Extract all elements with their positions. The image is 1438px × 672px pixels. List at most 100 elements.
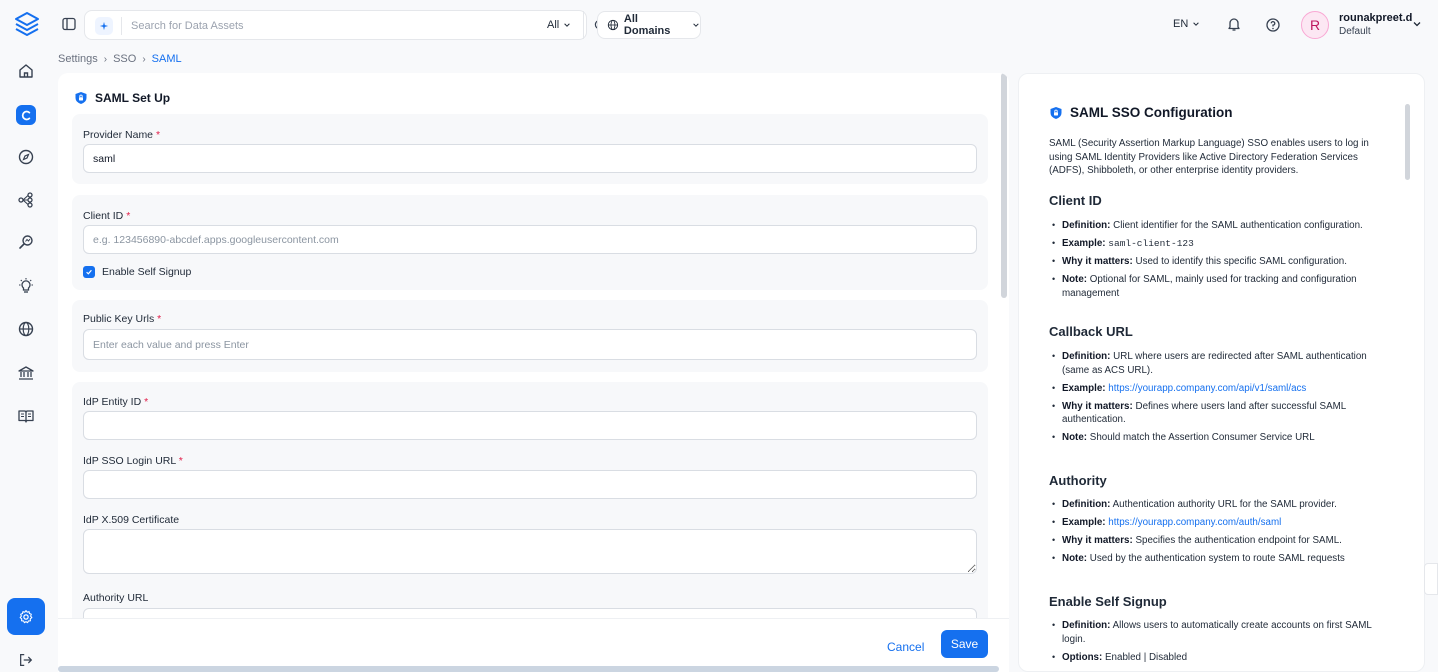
- docs-scrollbar[interactable]: [1405, 104, 1410, 180]
- horizontal-scrollbar[interactable]: [58, 666, 999, 672]
- domains-globe-icon[interactable]: [14, 317, 38, 341]
- chevron-down-icon: [1193, 22, 1200, 26]
- list-item: Why it matters: Used to identify this sp…: [1049, 255, 1389, 269]
- docs-heading-callback-url: Callback URL: [1049, 324, 1133, 339]
- list-item: Why it matters: Defines where users land…: [1049, 400, 1389, 427]
- docs-heading-authority: Authority: [1049, 473, 1107, 488]
- list-item: Example: https://yourapp.company.com/api…: [1049, 382, 1389, 396]
- lineage-icon[interactable]: [14, 188, 38, 212]
- search-divider: [121, 17, 122, 35]
- logout-icon[interactable]: [15, 650, 37, 670]
- search-scope-label: All: [547, 19, 560, 31]
- language-selector[interactable]: EN: [1173, 18, 1200, 30]
- form-scrollbar[interactable]: [1001, 73, 1007, 298]
- client-id-input[interactable]: [83, 225, 977, 254]
- app-logo[interactable]: [13, 10, 41, 38]
- docs-heading-client-id: Client ID: [1049, 193, 1102, 208]
- saml-setup-form: SAML Set Up Provider Name * Client ID * …: [58, 73, 1009, 672]
- docs-title-text: SAML SSO Configuration: [1070, 105, 1233, 120]
- avatar[interactable]: R: [1301, 11, 1329, 39]
- language-label: EN: [1173, 18, 1189, 30]
- collate-brand-icon[interactable]: [16, 105, 36, 125]
- idp-section: IdP Entity ID * IdP SSO Login URL * IdP …: [72, 382, 988, 642]
- help-question-icon[interactable]: [1265, 17, 1281, 33]
- docs-heading-self-signup: Enable Self Signup: [1049, 594, 1167, 609]
- client-id-section: Client ID * Enable Self Signup: [72, 195, 988, 290]
- shield-lock-icon: [75, 92, 87, 104]
- public-key-urls-input[interactable]: [83, 329, 977, 360]
- left-nav-rail: [0, 0, 52, 672]
- provider-name-input[interactable]: [83, 144, 977, 173]
- cancel-button[interactable]: Cancel: [881, 633, 930, 661]
- sidebar-toggle-icon[interactable]: [61, 16, 77, 32]
- idp-entity-id-label: IdP Entity ID *: [83, 396, 149, 408]
- home-icon[interactable]: [14, 59, 38, 83]
- list-item: Why it matters: Specifies the authentica…: [1049, 534, 1389, 548]
- docs-list-client-id: Definition: Client identifier for the SA…: [1049, 219, 1389, 305]
- public-key-urls-label: Public Key Urls *: [83, 313, 162, 325]
- provider-name-section: Provider Name *: [72, 114, 988, 184]
- user-role: Default: [1339, 26, 1371, 37]
- user-name: rounakpreet.d: [1339, 12, 1413, 24]
- public-key-urls-section: Public Key Urls *: [72, 300, 988, 372]
- list-item: Note: Should match the Assertion Consume…: [1049, 431, 1389, 445]
- top-bar: All All Domains EN R rounakpreet.d Defau…: [52, 0, 1438, 50]
- side-drawer-tab[interactable]: [1424, 563, 1438, 595]
- ai-sparkle-icon[interactable]: [95, 17, 113, 35]
- domain-selector-label: All Domains: [623, 13, 671, 37]
- knowledge-book-icon[interactable]: [14, 404, 38, 428]
- list-item: Note: Used by the authentication system …: [1049, 552, 1389, 566]
- idp-certificate-label: IdP X.509 Certificate: [83, 514, 180, 526]
- domain-selector[interactable]: All Domains: [597, 11, 701, 39]
- breadcrumb-saml: SAML: [151, 53, 182, 65]
- example-link[interactable]: https://yourapp.company.com/api/v1/saml/…: [1108, 383, 1306, 394]
- idp-certificate-textarea[interactable]: [83, 529, 977, 574]
- list-item: Example: https://yourapp.company.com/aut…: [1049, 516, 1389, 530]
- idp-sso-login-url-input[interactable]: [83, 470, 977, 499]
- search-input[interactable]: [131, 17, 501, 35]
- notification-bell-icon[interactable]: [1226, 16, 1242, 32]
- enable-self-signup-checkbox[interactable]: Enable Self Signup: [83, 266, 191, 278]
- user-menu-chevron-icon[interactable]: [1412, 19, 1422, 29]
- global-search-bar: All: [84, 10, 607, 40]
- search-divider: [583, 11, 584, 39]
- authority-url-label: Authority URL: [83, 592, 149, 604]
- breadcrumb-settings[interactable]: Settings: [58, 53, 98, 65]
- list-item: Note: Optional for SAML, mainly used for…: [1049, 273, 1389, 300]
- list-item: Definition: URL where users are redirect…: [1049, 350, 1389, 377]
- docs-list-callback-url: Definition: URL where users are redirect…: [1049, 350, 1389, 449]
- breadcrumb-sso[interactable]: SSO: [113, 53, 136, 65]
- chevron-down-icon: [564, 23, 571, 27]
- form-footer: Cancel Save: [58, 618, 1009, 672]
- shield-lock-icon: [1050, 106, 1062, 119]
- docs-title: SAML SSO Configuration: [1049, 105, 1233, 120]
- checkbox-checked-icon[interactable]: [83, 266, 95, 278]
- client-id-label: Client ID *: [83, 210, 131, 222]
- saml-docs-panel: SAML SSO Configuration SAML (Security As…: [1018, 73, 1425, 672]
- settings-gear-icon[interactable]: [7, 598, 45, 635]
- form-title-text: SAML Set Up: [95, 91, 171, 105]
- list-item: Definition: Authentication authority URL…: [1049, 498, 1389, 512]
- breadcrumb: Settings › SSO › SAML: [58, 53, 182, 65]
- search-scope-dropdown[interactable]: All: [547, 19, 571, 31]
- example-link[interactable]: https://yourapp.company.com/auth/saml: [1108, 517, 1281, 528]
- globe-icon: [607, 19, 619, 31]
- governance-bank-icon[interactable]: [14, 361, 38, 385]
- docs-list-self-signup: Definition: Allows users to automaticall…: [1049, 619, 1389, 669]
- save-button[interactable]: Save: [941, 630, 988, 658]
- list-item: Options: Enabled | Disabled: [1049, 651, 1389, 665]
- list-item: Example: saml-client-123: [1049, 237, 1389, 251]
- idp-entity-id-input[interactable]: [83, 411, 977, 440]
- idp-sso-login-url-label: IdP SSO Login URL *: [83, 455, 183, 467]
- insights-bulb-icon[interactable]: [14, 274, 38, 298]
- explore-compass-icon[interactable]: [14, 145, 38, 169]
- breadcrumb-separator-icon: ›: [142, 53, 146, 65]
- provider-name-label: Provider Name *: [83, 129, 161, 141]
- docs-list-authority: Definition: Authentication authority URL…: [1049, 498, 1389, 570]
- chevron-down-icon: [693, 23, 699, 27]
- docs-intro: SAML (Security Assertion Markup Language…: [1049, 138, 1369, 176]
- enable-self-signup-label: Enable Self Signup: [102, 266, 192, 278]
- list-item: Definition: Client identifier for the SA…: [1049, 219, 1389, 233]
- form-title: SAML Set Up: [74, 91, 170, 105]
- observability-icon[interactable]: [14, 230, 38, 254]
